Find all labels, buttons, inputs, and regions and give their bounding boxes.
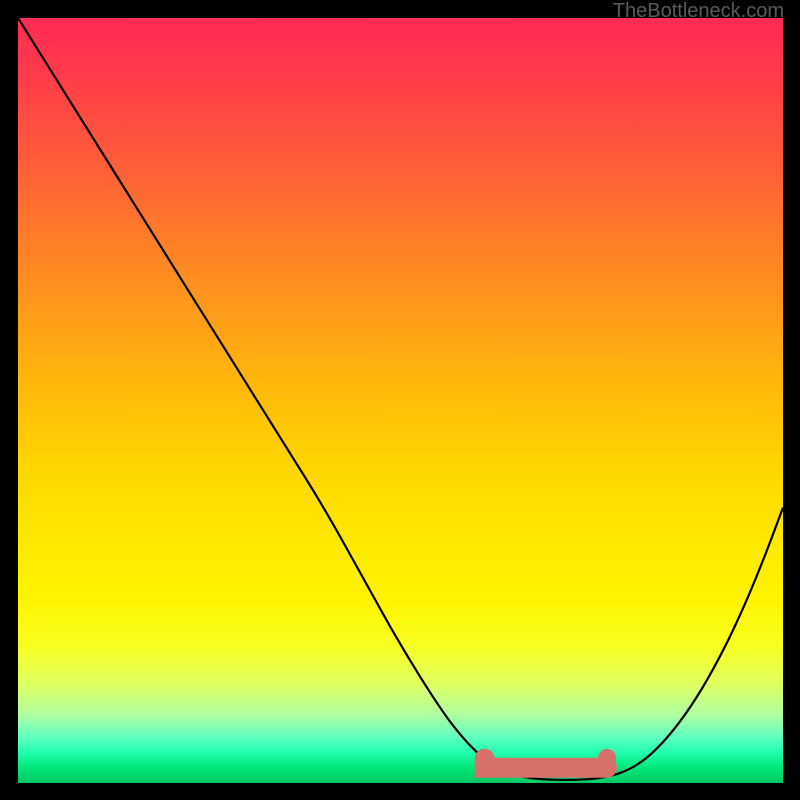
watermark-text: TheBottleneck.com — [613, 0, 784, 23]
chart-svg — [18, 18, 783, 783]
optimal-band — [485, 759, 607, 768]
optimal-marker — [598, 749, 616, 767]
bottleneck-curve — [18, 18, 783, 780]
chart-container: TheBottleneck.com — [0, 0, 800, 800]
plot-area — [18, 18, 783, 783]
